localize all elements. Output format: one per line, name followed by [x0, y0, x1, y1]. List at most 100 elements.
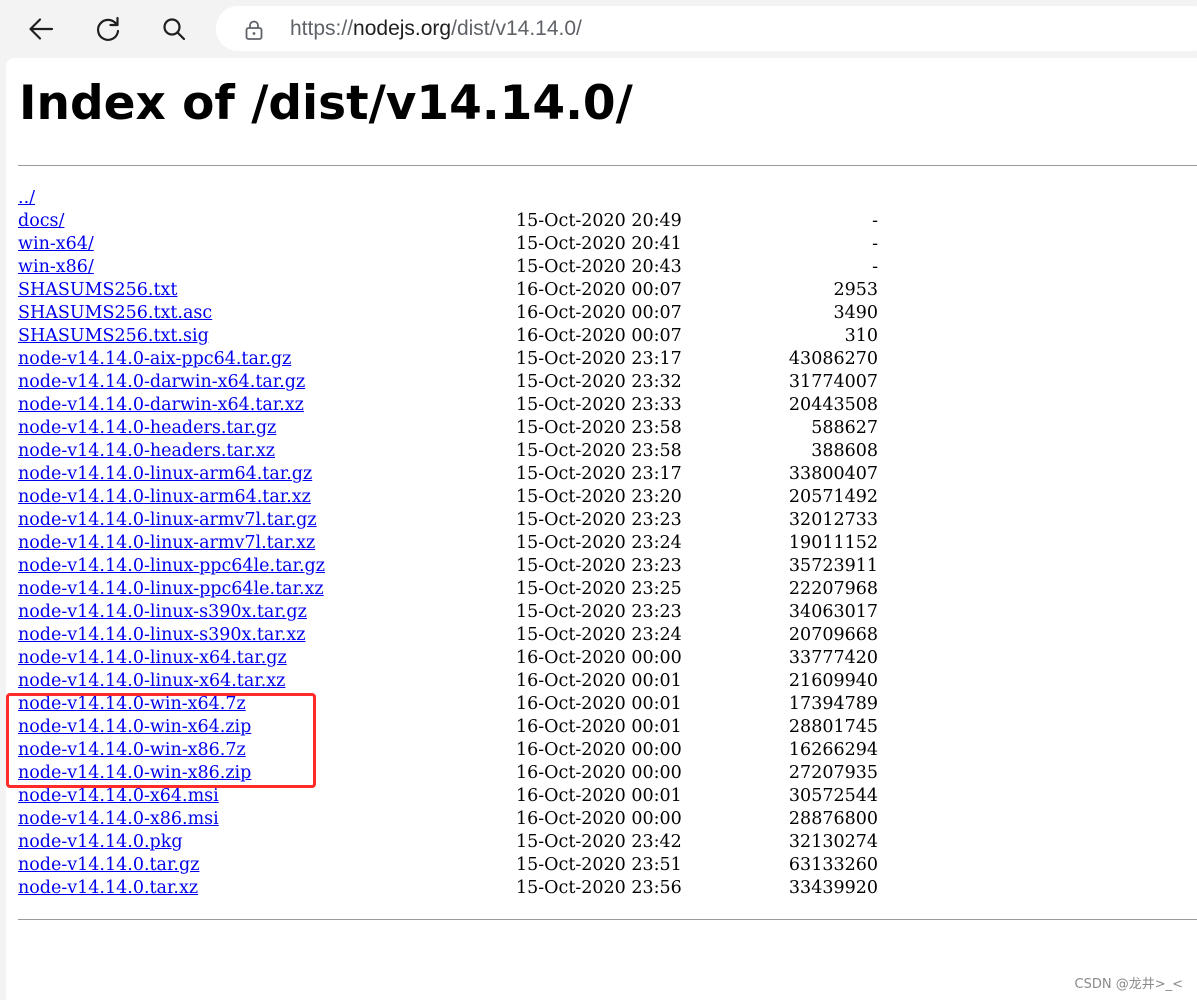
file-link[interactable]: node-v14.14.0-darwin-x64.tar.xz [18, 394, 304, 417]
file-link[interactable]: node-v14.14.0-linux-x64.tar.gz [18, 647, 287, 670]
divider-top [18, 165, 1197, 166]
file-link[interactable]: node-v14.14.0-x64.msi [18, 785, 219, 808]
file-date: 15-Oct-2020 23:58 [516, 418, 682, 438]
lock-icon[interactable] [244, 19, 264, 41]
file-link[interactable]: node-v14.14.0-linux-arm64.tar.gz [18, 463, 312, 486]
file-link[interactable]: node-v14.14.0-linux-s390x.tar.xz [18, 624, 305, 647]
file-link[interactable]: ../ [18, 187, 35, 210]
browser-toolbar: https://nodejs.org/dist/v14.14.0/ [0, 0, 1197, 58]
file-link[interactable]: node-v14.14.0.tar.gz [18, 854, 199, 877]
file-date: 16-Oct-2020 00:07 [516, 326, 682, 346]
list-item: node-v14.14.0-linux-ppc64le.tar.gz 15-Oct… [18, 555, 918, 578]
file-date: 16-Oct-2020 00:00 [516, 648, 682, 668]
file-size: 310 [844, 326, 878, 346]
file-size: 33800407 [788, 464, 878, 484]
list-item: node-v14.14.0.tar.xz 15-Oct-2020 23:56 334… [18, 877, 918, 900]
file-size: 28801745 [788, 717, 878, 737]
file-date: 15-Oct-2020 23:23 [516, 510, 682, 530]
list-item: node-v14.14.0-linux-arm64.tar.gz 15-Oct-2… [18, 463, 918, 486]
url-host: nodejs.org [353, 17, 452, 40]
file-date: 15-Oct-2020 23:24 [516, 533, 682, 553]
list-item: docs/15-Oct-2020 20:49 - [18, 210, 918, 233]
file-date: 15-Oct-2020 23:58 [516, 441, 682, 461]
file-date: 15-Oct-2020 23:32 [516, 372, 682, 392]
file-link[interactable]: node-v14.14.0-linux-armv7l.tar.gz [18, 509, 317, 532]
file-link[interactable]: node-v14.14.0.tar.xz [18, 877, 198, 900]
list-item: node-v14.14.0-linux-s390x.tar.xz 15-Oct-2… [18, 624, 918, 647]
file-date: 15-Oct-2020 23:24 [516, 625, 682, 645]
url-text[interactable]: https://nodejs.org/dist/v14.14.0/ [290, 17, 582, 41]
file-link[interactable]: win-x64/ [18, 233, 94, 256]
file-size: 388608 [811, 441, 878, 461]
file-date: 16-Oct-2020 00:07 [516, 303, 682, 323]
file-link[interactable]: node-v14.14.0-headers.tar.xz [18, 440, 275, 463]
page-title: Index of /dist/v14.14.0/ [19, 76, 633, 131]
file-size: 17394789 [788, 694, 878, 714]
list-item: win-x64/15-Oct-2020 20:41 - [18, 233, 918, 256]
list-item: node-v14.14.0-linux-s390x.tar.gz 15-Oct-2… [18, 601, 918, 624]
file-size: 588627 [811, 418, 878, 438]
list-item: node-v14.14.0-darwin-x64.tar.gz 15-Oct-20… [18, 371, 918, 394]
address-bar[interactable]: https://nodejs.org/dist/v14.14.0/ [216, 6, 1197, 51]
file-size: 28876800 [788, 809, 878, 829]
reload-button[interactable] [88, 9, 128, 49]
file-date: 16-Oct-2020 00:01 [516, 786, 682, 806]
list-item: node-v14.14.0-darwin-x64.tar.xz 15-Oct-20… [18, 394, 918, 417]
file-size: - [872, 234, 878, 254]
list-item: node-v14.14.0-x64.msi 16-Oct-2020 00:01 30… [18, 785, 918, 808]
url-prefix: https:// [290, 17, 354, 40]
file-link[interactable]: SHASUMS256.txt [18, 279, 177, 302]
list-item: ../ [18, 187, 918, 210]
file-date: 16-Oct-2020 00:00 [516, 740, 682, 760]
highlight-box [6, 693, 316, 788]
search-button[interactable] [154, 9, 194, 49]
list-item: SHASUMS256.txt 16-Oct-2020 00:07 2953 [18, 279, 918, 302]
file-size: 43086270 [788, 349, 878, 369]
file-link[interactable]: SHASUMS256.txt.sig [18, 325, 209, 348]
file-link[interactable]: node-v14.14.0-linux-x64.tar.xz [18, 670, 285, 693]
back-arrow-icon [29, 18, 54, 40]
list-item: node-v14.14.0-linux-armv7l.tar.xz 15-Oct-… [18, 532, 918, 555]
file-date: 15-Oct-2020 23:20 [516, 487, 682, 507]
file-size: 27207935 [788, 763, 878, 783]
file-date: 16-Oct-2020 00:00 [516, 763, 682, 783]
search-icon [163, 18, 186, 41]
file-date: 16-Oct-2020 00:01 [516, 671, 682, 691]
file-date: 15-Oct-2020 23:56 [516, 878, 682, 898]
file-size: 34063017 [788, 602, 878, 622]
file-link[interactable]: node-v14.14.0-linux-ppc64le.tar.gz [18, 555, 325, 578]
list-item: node-v14.14.0-linux-x64.tar.gz 16-Oct-202… [18, 647, 918, 670]
file-size: 32012733 [788, 510, 878, 530]
file-date: 15-Oct-2020 20:43 [516, 257, 682, 277]
file-link[interactable]: node-v14.14.0-x86.msi [18, 808, 219, 831]
file-link[interactable]: node-v14.14.0-headers.tar.gz [18, 417, 276, 440]
file-link[interactable]: node-v14.14.0-linux-s390x.tar.gz [18, 601, 307, 624]
file-date: 15-Oct-2020 23:33 [516, 395, 682, 415]
url-path: /dist/v14.14.0/ [451, 17, 582, 40]
file-link[interactable]: node-v14.14.0.pkg [18, 831, 183, 854]
list-item: SHASUMS256.txt.sig 16-Oct-2020 00:07 310 [18, 325, 918, 348]
file-link[interactable]: node-v14.14.0-aix-ppc64.tar.gz [18, 348, 291, 371]
file-link[interactable]: win-x86/ [18, 256, 94, 279]
file-date: 15-Oct-2020 23:51 [516, 855, 682, 875]
list-item: node-v14.14.0-x86.msi 16-Oct-2020 00:00 28… [18, 808, 918, 831]
file-size: 16266294 [788, 740, 878, 760]
file-size: 3490 [833, 303, 878, 323]
file-size: 30572544 [788, 786, 878, 806]
file-link[interactable]: node-v14.14.0-linux-ppc64le.tar.xz [18, 578, 324, 601]
divider-bottom [18, 919, 1197, 920]
back-button[interactable] [21, 9, 61, 49]
list-item: SHASUMS256.txt.asc 16-Oct-2020 00:07 3490 [18, 302, 918, 325]
file-size: 19011152 [788, 533, 878, 553]
file-link[interactable]: node-v14.14.0-darwin-x64.tar.gz [18, 371, 305, 394]
file-size: 21609940 [788, 671, 878, 691]
file-size: 35723911 [788, 556, 878, 576]
file-link[interactable]: node-v14.14.0-linux-armv7l.tar.xz [18, 532, 315, 555]
file-link[interactable]: SHASUMS256.txt.asc [18, 302, 212, 325]
file-link[interactable]: docs/ [18, 210, 64, 233]
file-size: 20571492 [788, 487, 878, 507]
file-size: - [872, 211, 878, 231]
file-size: 33777420 [788, 648, 878, 668]
file-link[interactable]: node-v14.14.0-linux-arm64.tar.xz [18, 486, 311, 509]
list-item: node-v14.14.0-aix-ppc64.tar.gz 15-Oct-202… [18, 348, 918, 371]
